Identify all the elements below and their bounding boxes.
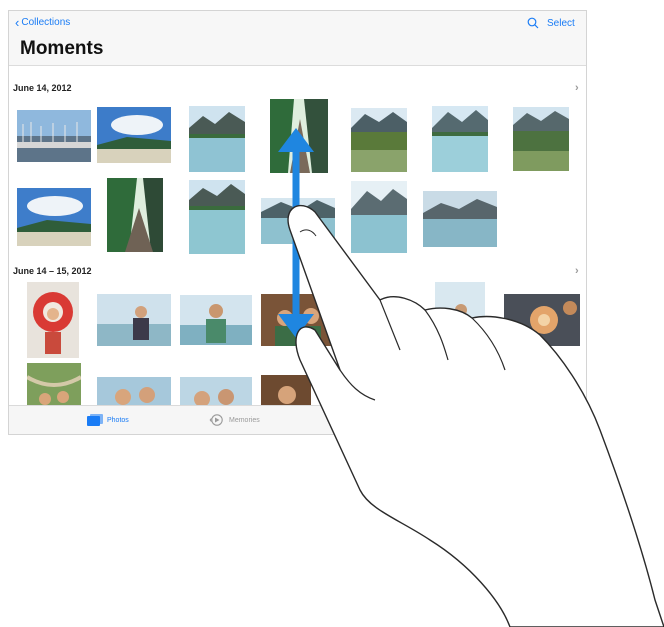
photo-thumbnail[interactable] xyxy=(261,294,335,346)
ipad-screen: ‹ Collections Select Moments June 14, 20… xyxy=(8,10,587,435)
navigation-bar: ‹ Collections Select Moments xyxy=(9,11,586,66)
tab-label: Memories xyxy=(229,416,260,424)
tab-photos[interactable]: Photos xyxy=(87,414,129,426)
photo-thumbnail[interactable] xyxy=(189,180,245,254)
section-header: June 14, 2012 xyxy=(13,83,72,93)
photo-thumbnail[interactable] xyxy=(351,108,407,172)
photo-thumbnail[interactable] xyxy=(180,295,252,345)
chevron-left-icon: ‹ xyxy=(15,14,20,30)
photo-thumbnail[interactable] xyxy=(504,294,580,346)
photo-thumbnail[interactable] xyxy=(270,99,328,173)
chevron-right-icon[interactable]: › xyxy=(575,265,579,277)
photo-thumbnail[interactable] xyxy=(351,181,407,253)
tab-memories[interactable]: Memories xyxy=(209,414,260,426)
tab-label: Photos xyxy=(107,416,129,424)
select-button[interactable]: Select xyxy=(547,18,575,29)
photo-thumbnail[interactable] xyxy=(107,178,163,252)
photo-thumbnail[interactable] xyxy=(17,188,91,246)
chevron-right-icon[interactable]: › xyxy=(575,82,579,94)
section-header: June 14 – 15, 2012 xyxy=(13,266,92,276)
photo-thumbnail[interactable] xyxy=(97,107,171,163)
back-button[interactable]: ‹ Collections xyxy=(15,14,71,30)
photo-thumbnail[interactable] xyxy=(423,191,497,247)
photos-icon xyxy=(87,414,103,426)
tab-bar: Photos Memories xyxy=(9,405,586,434)
photo-thumbnail[interactable] xyxy=(261,198,335,244)
back-label: Collections xyxy=(21,17,71,28)
photo-thumbnail[interactable] xyxy=(27,282,79,358)
photo-thumbnail[interactable] xyxy=(97,294,171,346)
memories-icon xyxy=(209,414,223,426)
search-icon[interactable] xyxy=(527,17,539,29)
photo-thumbnail[interactable] xyxy=(513,107,569,171)
page-title: Moments xyxy=(20,38,104,59)
photo-thumbnail[interactable] xyxy=(435,282,485,358)
photo-thumbnail[interactable] xyxy=(189,106,245,172)
photo-thumbnail[interactable] xyxy=(432,106,488,172)
photo-thumbnail[interactable] xyxy=(17,110,91,162)
